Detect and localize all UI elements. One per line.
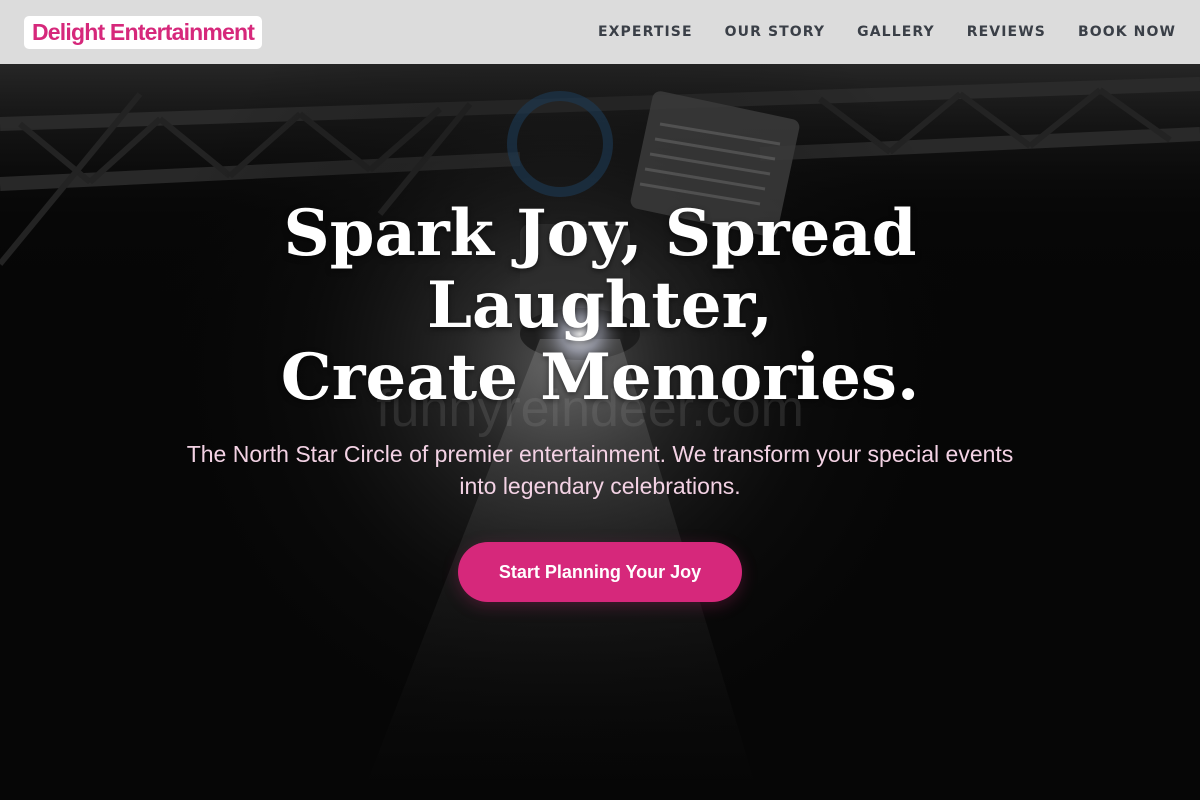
hero-section: funnyreindeer.com Spark Joy, Spread Laug… — [0, 64, 1200, 800]
headline-line-3: Create Memories. — [280, 340, 920, 415]
hero-content: Spark Joy, Spread Laughter, Create Memor… — [0, 64, 1200, 800]
main-nav: EXPERTISE OUR STORY GALLERY REVIEWS BOOK… — [566, 24, 1176, 40]
nav-link-our-story[interactable]: OUR STORY — [725, 24, 826, 40]
site-header: Delight Entertainment EXPERTISE OUR STOR… — [0, 0, 1200, 64]
hero-headline: Spark Joy, Spread Laughter, Create Memor… — [150, 198, 1050, 414]
nav-link-book-now[interactable]: BOOK NOW — [1078, 24, 1176, 40]
hero-subtitle: The North Star Circle of premier enterta… — [186, 441, 1014, 499]
headline-line-2: Laughter, — [427, 268, 773, 343]
start-planning-button[interactable]: Start Planning Your Joy — [458, 542, 742, 602]
landing-page: Delight Entertainment EXPERTISE OUR STOR… — [0, 0, 1200, 800]
nav-link-expertise[interactable]: EXPERTISE — [598, 24, 693, 40]
nav-link-gallery[interactable]: GALLERY — [857, 24, 935, 40]
headline-line-1: Spark Joy, Spread — [283, 196, 917, 271]
brand-logo[interactable]: Delight Entertainment — [24, 15, 263, 49]
nav-link-reviews[interactable]: REVIEWS — [967, 24, 1046, 40]
